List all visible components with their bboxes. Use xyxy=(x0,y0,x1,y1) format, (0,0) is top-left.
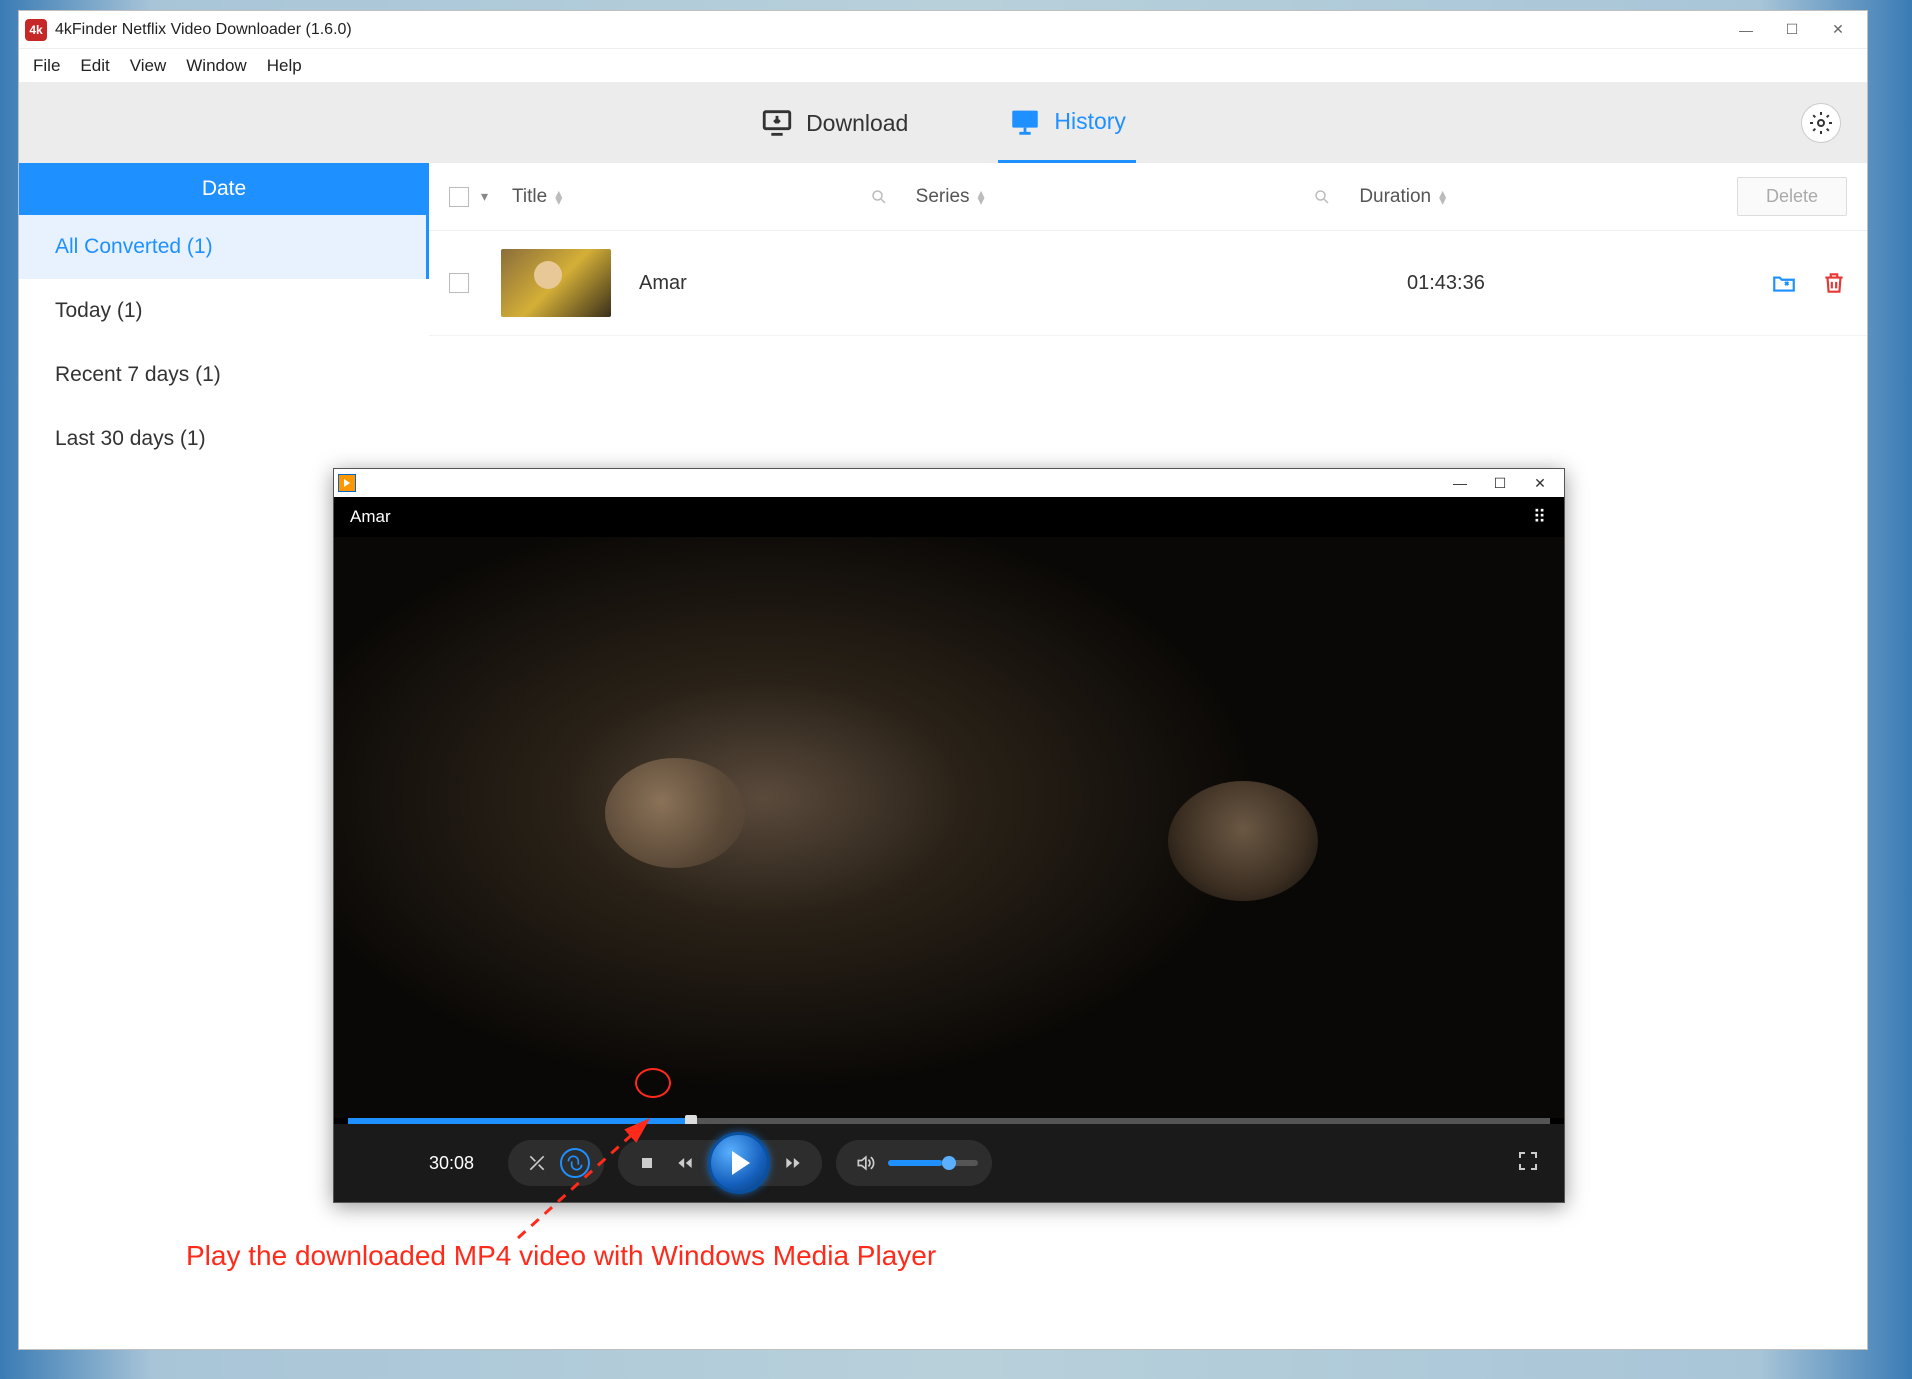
shuffle-button[interactable] xyxy=(522,1148,552,1178)
row-duration: 01:43:36 xyxy=(1407,272,1687,295)
monitor-icon xyxy=(1008,105,1042,139)
row-actions xyxy=(1771,270,1847,296)
delete-button[interactable]: Delete xyxy=(1737,177,1847,216)
sidebar-item-all-converted[interactable]: All Converted (1) xyxy=(19,215,429,279)
gear-icon xyxy=(1809,111,1833,135)
open-folder-icon[interactable] xyxy=(1771,270,1797,296)
window-title: 4kFinder Netflix Video Downloader (1.6.0… xyxy=(55,21,352,39)
wmp-header: Amar ⠿ xyxy=(334,497,1564,537)
play-button[interactable] xyxy=(708,1132,770,1194)
row-title: Amar xyxy=(623,272,1083,295)
wmp-transport-group xyxy=(618,1140,822,1186)
wmp-controls: 30:08 xyxy=(334,1124,1564,1202)
media-player-window: — ☐ ✕ Amar ⠿ 30:08 xyxy=(333,468,1565,1203)
delete-row-icon[interactable] xyxy=(1821,270,1847,296)
menu-view[interactable]: View xyxy=(130,56,167,76)
menu-help[interactable]: Help xyxy=(267,56,302,76)
wmp-close-button[interactable]: ✕ xyxy=(1520,471,1560,495)
tab-history[interactable]: History xyxy=(998,83,1136,163)
sidebar-item-recent-7-days[interactable]: Recent 7 days (1) xyxy=(19,343,429,407)
volume-thumb[interactable] xyxy=(942,1156,956,1170)
repeat-button[interactable] xyxy=(560,1148,590,1178)
rewind-button[interactable] xyxy=(670,1148,700,1178)
sidebar-item-last-30-days[interactable]: Last 30 days (1) xyxy=(19,407,429,471)
wmp-minimize-button[interactable]: — xyxy=(1440,471,1480,495)
sidebar-header: Date xyxy=(19,163,429,215)
menubar: File Edit View Window Help xyxy=(19,49,1867,83)
column-series[interactable]: Series ▴▾ xyxy=(916,186,1216,208)
app-icon: 4k xyxy=(25,19,47,41)
maximize-button[interactable]: ☐ xyxy=(1769,15,1815,45)
forward-button[interactable] xyxy=(778,1148,808,1178)
sort-icon: ▴▾ xyxy=(555,190,562,204)
wmp-video-area[interactable] xyxy=(334,537,1564,1118)
video-thumbnail[interactable] xyxy=(501,249,611,317)
annotation-text: Play the downloaded MP4 video with Windo… xyxy=(186,1240,936,1272)
volume-slider[interactable] xyxy=(888,1160,978,1166)
wmp-mode-group xyxy=(508,1140,604,1186)
search-title-icon[interactable] xyxy=(870,188,888,206)
sort-icon: ▴▾ xyxy=(1439,190,1446,204)
sort-icon: ▴▾ xyxy=(978,190,985,204)
wmp-app-icon xyxy=(338,474,356,492)
menu-window[interactable]: Window xyxy=(186,56,246,76)
sidebar-item-today[interactable]: Today (1) xyxy=(19,279,429,343)
table-row[interactable]: Amar 01:43:36 xyxy=(429,231,1867,336)
wmp-time-display: 30:08 xyxy=(354,1153,474,1174)
tab-download[interactable]: Download xyxy=(750,83,918,163)
download-icon xyxy=(760,106,794,140)
wmp-view-toggle-icon[interactable]: ⠿ xyxy=(1533,507,1548,528)
titlebar: 4k 4kFinder Netflix Video Downloader (1.… xyxy=(19,11,1867,49)
select-all-checkbox[interactable] xyxy=(449,187,469,207)
column-title[interactable]: Title ▴▾ xyxy=(512,186,772,208)
search-series-icon[interactable] xyxy=(1313,188,1331,206)
annotation-circle xyxy=(635,1068,671,1098)
stop-button[interactable] xyxy=(632,1148,662,1178)
row-checkbox[interactable] xyxy=(449,273,469,293)
tab-download-label: Download xyxy=(806,110,908,137)
fullscreen-button[interactable] xyxy=(1516,1149,1540,1178)
wmp-video-title: Amar xyxy=(350,507,391,527)
menu-edit[interactable]: Edit xyxy=(80,56,109,76)
settings-button[interactable] xyxy=(1801,103,1841,143)
wmp-volume-group xyxy=(836,1140,992,1186)
table-header: ▾ Title ▴▾ Series ▴▾ Duration ▴▾ Delete xyxy=(429,163,1867,231)
wmp-titlebar: — ☐ ✕ xyxy=(334,469,1564,497)
tabbar: Download History xyxy=(19,83,1867,163)
expand-caret-icon[interactable]: ▾ xyxy=(481,188,488,205)
wmp-maximize-button[interactable]: ☐ xyxy=(1480,471,1520,495)
close-button[interactable]: ✕ xyxy=(1815,15,1861,45)
column-duration[interactable]: Duration ▴▾ xyxy=(1359,186,1639,208)
mute-button[interactable] xyxy=(850,1148,880,1178)
minimize-button[interactable]: — xyxy=(1723,15,1769,45)
tab-history-label: History xyxy=(1054,108,1126,135)
menu-file[interactable]: File xyxy=(33,56,60,76)
